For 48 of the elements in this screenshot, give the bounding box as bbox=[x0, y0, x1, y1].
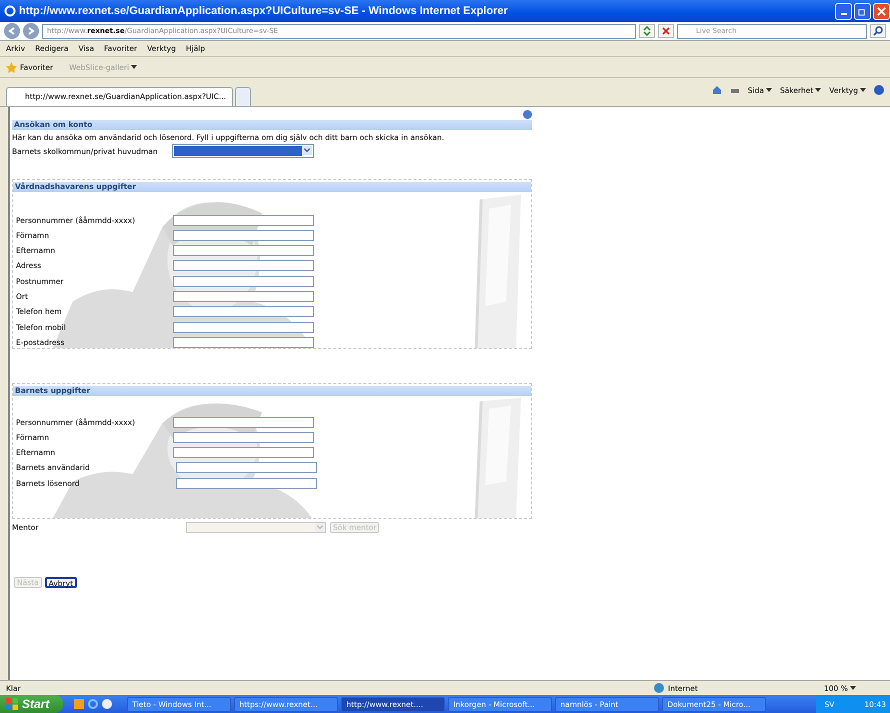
text-field[interactable] bbox=[173, 432, 314, 443]
refresh-icon bbox=[642, 26, 652, 36]
text-field[interactable] bbox=[176, 462, 317, 474]
text-field[interactable] bbox=[173, 245, 314, 256]
restore-icon bbox=[858, 6, 867, 16]
text-field[interactable] bbox=[173, 230, 314, 241]
quick-launch-icon[interactable] bbox=[88, 699, 98, 709]
stop-button[interactable] bbox=[658, 24, 674, 38]
text-field[interactable] bbox=[173, 290, 314, 302]
refresh-button[interactable] bbox=[639, 24, 655, 38]
search-icon bbox=[873, 26, 883, 36]
text-field[interactable] bbox=[173, 336, 314, 348]
chevron-down-icon bbox=[315, 523, 325, 532]
home-icon[interactable] bbox=[712, 85, 722, 95]
chevron-down-icon bbox=[302, 146, 312, 155]
search-button[interactable] bbox=[870, 24, 886, 38]
text-field[interactable] bbox=[176, 478, 317, 489]
text-field[interactable] bbox=[173, 260, 314, 272]
new-tab-button[interactable] bbox=[235, 87, 252, 106]
minimize-icon bbox=[840, 13, 846, 15]
close-icon bbox=[877, 6, 886, 16]
caret-icon bbox=[131, 65, 138, 69]
minimize-button[interactable] bbox=[835, 2, 852, 20]
globe-icon bbox=[654, 683, 664, 693]
caret-icon bbox=[815, 88, 822, 92]
text-field[interactable] bbox=[173, 276, 314, 287]
windows-flag-icon bbox=[6, 698, 18, 710]
text-field[interactable] bbox=[173, 306, 314, 318]
browser-icon bbox=[4, 5, 16, 17]
help-icon[interactable] bbox=[874, 85, 884, 95]
help-icon[interactable] bbox=[523, 110, 532, 119]
school-dropdown[interactable] bbox=[172, 144, 314, 158]
text-field[interactable] bbox=[173, 214, 314, 226]
caret-icon bbox=[766, 88, 772, 92]
close-button[interactable] bbox=[873, 2, 890, 20]
window-title: http://www.rexnet.se/GuardianApplication.aspx?UICulture=sv-SE - Windows Internet Explorer bbox=[19, 5, 509, 17]
caret-icon bbox=[850, 686, 856, 690]
stop-icon bbox=[661, 26, 671, 36]
caret-icon bbox=[860, 88, 866, 92]
quick-launch-icon[interactable] bbox=[74, 699, 84, 709]
star-icon bbox=[6, 62, 17, 72]
back-button[interactable] bbox=[4, 23, 20, 39]
text-field[interactable] bbox=[173, 447, 314, 458]
text-field[interactable] bbox=[173, 322, 314, 333]
restore-button[interactable] bbox=[854, 2, 871, 20]
quick-launch-icon[interactable] bbox=[102, 699, 112, 709]
forward-button[interactable] bbox=[23, 23, 39, 39]
text-field[interactable] bbox=[173, 416, 314, 428]
